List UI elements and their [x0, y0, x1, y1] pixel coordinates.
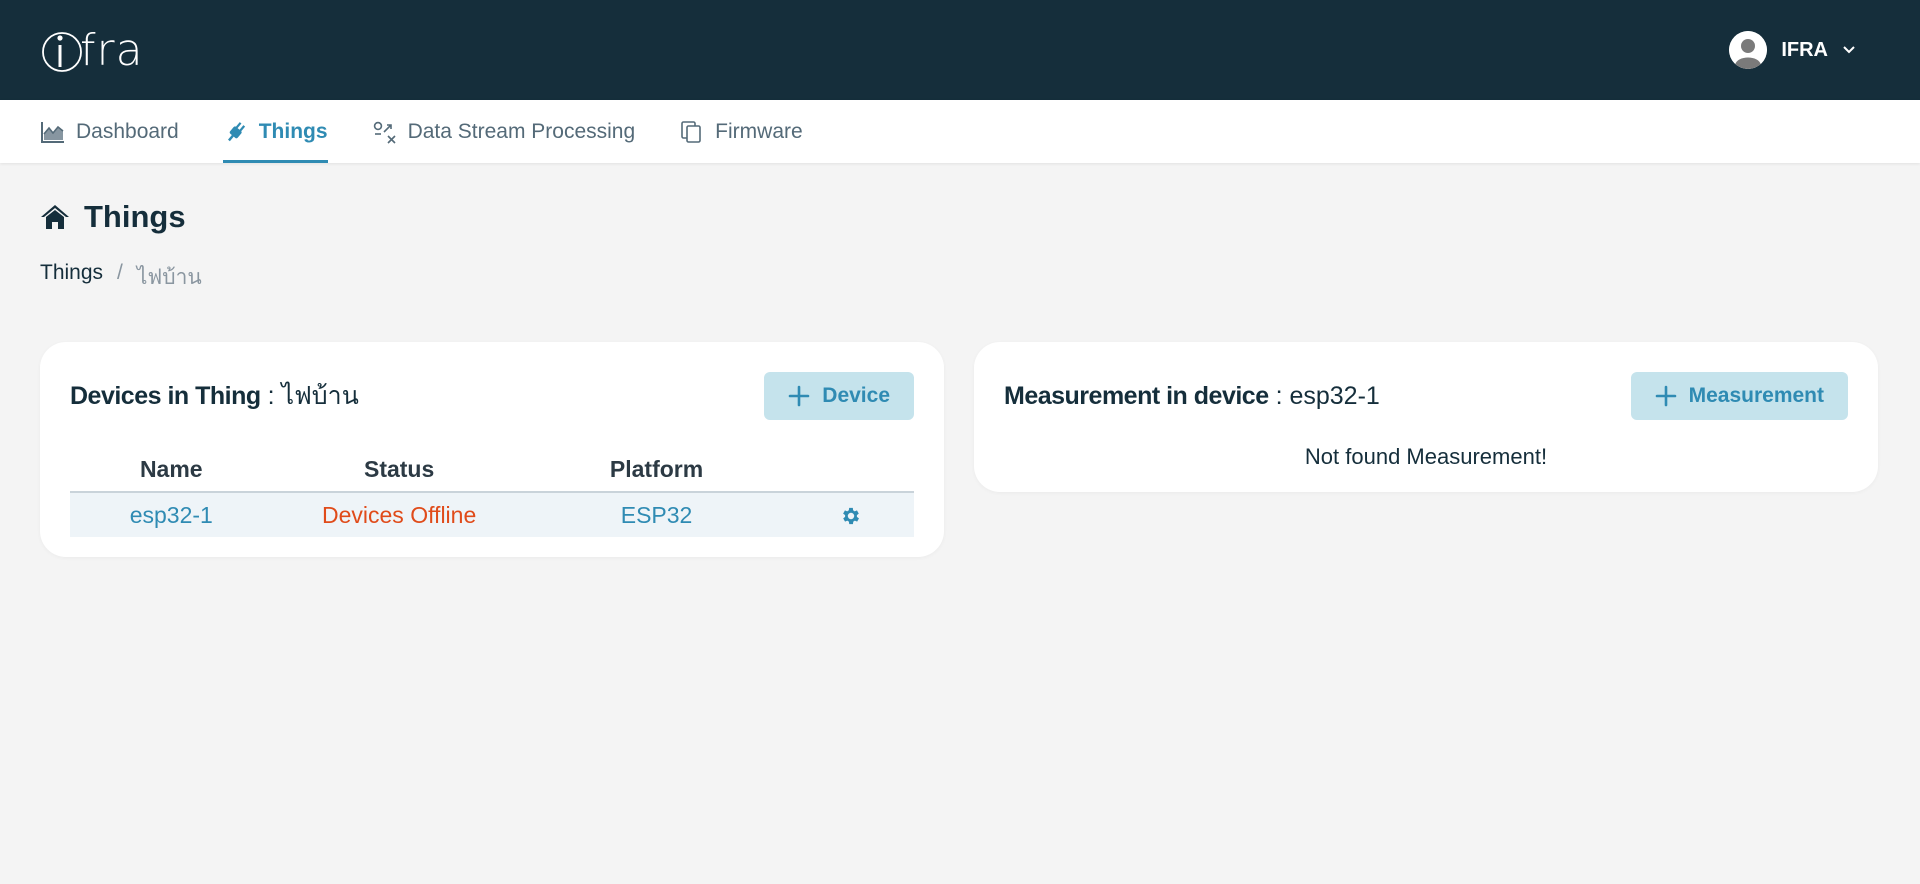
- add-device-label: Device: [822, 384, 890, 407]
- nav-label-dashboard: Dashboard: [76, 119, 179, 143]
- user-menu[interactable]: IFRA: [1729, 31, 1856, 69]
- device-status-cell: Devices Offline: [272, 492, 526, 537]
- nav-label-data-stream: Data Stream Processing: [407, 119, 636, 143]
- device-platform-cell: ESP32: [525, 492, 788, 537]
- nav-label-things: Things: [258, 119, 328, 143]
- measurement-card-title: Measurement in device : esp32-1: [1004, 382, 1380, 411]
- plug-icon: [227, 121, 245, 141]
- page-header: Things Things / ไฟบ้าน: [0, 163, 1920, 294]
- logo-i-icon: [42, 32, 82, 72]
- chart-area-icon: [41, 121, 64, 143]
- devices-card: Devices in Thing : ไฟบ้าน Device Name St…: [40, 342, 944, 557]
- devices-card-title: Devices in Thing : ไฟบ้าน: [70, 376, 359, 416]
- main-nav: Dashboard Things Data Stream Processing …: [0, 100, 1920, 163]
- measurement-title-prefix: Measurement in device: [1004, 381, 1269, 410]
- nav-tab-firmware[interactable]: Firmware: [679, 100, 803, 163]
- measurement-card-header: Measurement in device : esp32-1 Measurem…: [1004, 372, 1848, 420]
- gear-icon[interactable]: [840, 505, 862, 527]
- nav-tab-things[interactable]: Things: [222, 100, 328, 163]
- breadcrumb-separator: /: [117, 261, 123, 284]
- chevron-down-icon: [1843, 46, 1855, 54]
- shuffle-x-icon: [373, 121, 396, 144]
- top-bar: fra IFRA: [0, 0, 1920, 100]
- breadcrumb-current: ไฟบ้าน: [136, 266, 202, 289]
- copy-icon: [681, 120, 701, 143]
- device-actions-cell: [787, 492, 914, 537]
- breadcrumb-link-things[interactable]: Things: [40, 261, 103, 294]
- measurement-title-sep: :: [1268, 381, 1290, 410]
- column-header-name: Name: [70, 456, 273, 493]
- user-name: IFRA: [1781, 38, 1828, 61]
- measurement-device-name: esp32-1: [1289, 381, 1380, 410]
- logo-text: fra: [80, 24, 144, 76]
- user-avatar-icon: [1729, 31, 1768, 69]
- add-measurement-button[interactable]: Measurement: [1630, 372, 1848, 420]
- nav-tab-data-stream[interactable]: Data Stream Processing: [372, 100, 636, 163]
- app-logo[interactable]: fra: [40, 20, 144, 80]
- plus-icon: [788, 385, 810, 407]
- devices-thing-name: ไฟบ้าน: [281, 382, 359, 410]
- nav-label-firmware: Firmware: [715, 119, 803, 143]
- devices-title-prefix: Devices in Thing: [70, 382, 261, 410]
- table-header-row: Name Status Platform: [70, 456, 914, 493]
- page-title-text: Things: [84, 199, 186, 234]
- devices-table: Name Status Platform esp32-1 Devices Off…: [70, 456, 914, 537]
- measurement-card: Measurement in device : esp32-1 Measurem…: [974, 342, 1878, 492]
- devices-title-sep: :: [260, 382, 282, 410]
- table-row: esp32-1 Devices Offline ESP32: [70, 492, 914, 537]
- content-cards: Devices in Thing : ไฟบ้าน Device Name St…: [0, 294, 1920, 557]
- add-device-button[interactable]: Device: [764, 372, 914, 420]
- column-header-status: Status: [272, 456, 526, 493]
- nav-tab-dashboard[interactable]: Dashboard: [40, 100, 179, 163]
- measurement-empty-message: Not found Measurement!: [1304, 444, 1548, 469]
- devices-card-header: Devices in Thing : ไฟบ้าน Device: [70, 372, 914, 420]
- home-icon: [41, 205, 69, 229]
- page-title: Things: [40, 199, 1880, 235]
- breadcrumb: Things / ไฟบ้าน: [40, 261, 1880, 294]
- device-name-cell[interactable]: esp32-1: [70, 492, 273, 537]
- plus-icon: [1655, 385, 1676, 407]
- avatar: [1729, 31, 1768, 69]
- add-measurement-label: Measurement: [1688, 384, 1824, 407]
- column-header-platform: Platform: [525, 456, 788, 493]
- column-header-actions: [787, 456, 914, 493]
